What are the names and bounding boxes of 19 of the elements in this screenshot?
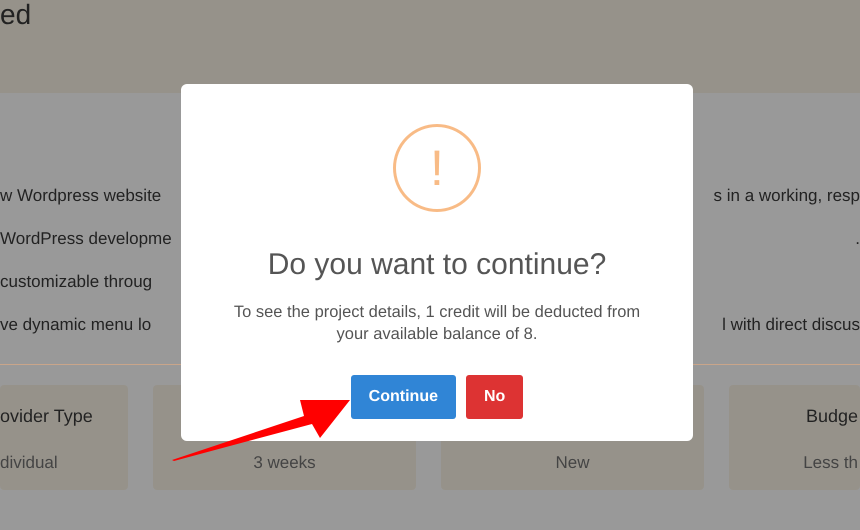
description-text: WordPress developme xyxy=(0,228,172,250)
card-value: New xyxy=(555,452,590,474)
dialog-message: To see the project details, 1 credit will be deducted from your available balance of 8. xyxy=(232,302,642,345)
description-text: l with direct discus xyxy=(722,314,860,336)
description-text: . xyxy=(855,228,860,250)
page-title: ed xyxy=(0,0,32,30)
dialog-title: Do you want to continue? xyxy=(268,247,606,283)
card-title: Budge xyxy=(806,405,858,428)
description-text: w Wordpress website xyxy=(0,185,162,207)
description-text: customizable throug xyxy=(0,271,152,293)
card-title: ovider Type xyxy=(0,405,93,428)
continue-button[interactable]: Continue xyxy=(350,375,456,419)
description-text: s in a working, resp xyxy=(714,185,860,207)
description-text: ve dynamic menu lo xyxy=(0,314,152,336)
no-button[interactable]: No xyxy=(466,375,524,419)
card-value: dividual xyxy=(0,452,58,474)
card-value: Less th xyxy=(803,452,858,474)
warning-icon: ! xyxy=(393,124,481,212)
card-value: 3 weeks xyxy=(253,452,316,474)
